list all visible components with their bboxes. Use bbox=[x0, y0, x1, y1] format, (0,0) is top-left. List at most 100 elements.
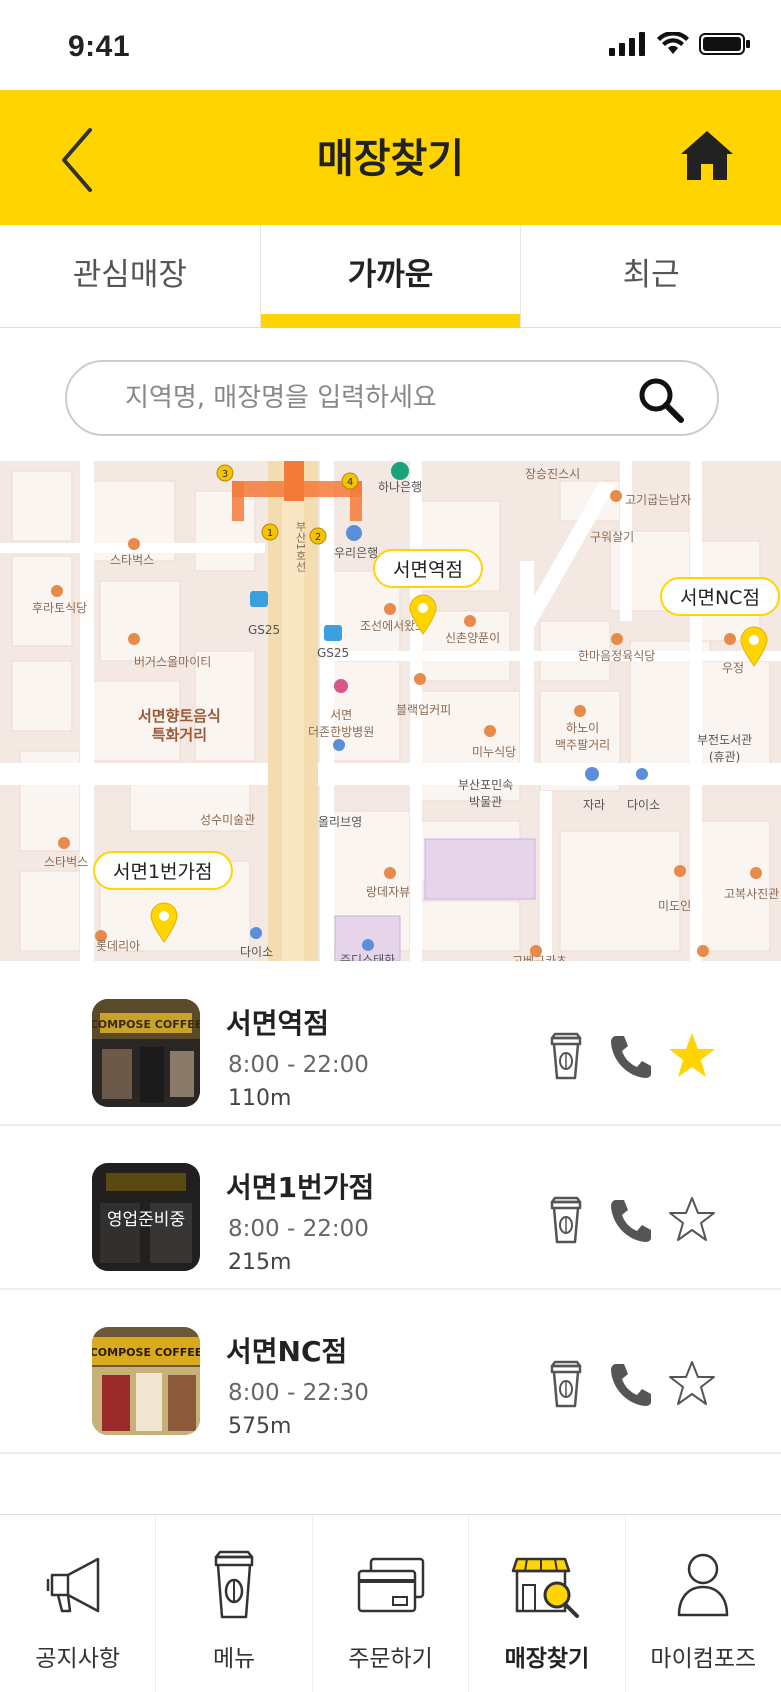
map-poi: 서면향토음식 특화거리 bbox=[138, 707, 221, 744]
map-poi: 스타벅스 bbox=[110, 553, 155, 567]
store-name[interactable]: 서면역점 bbox=[226, 1002, 329, 1042]
store-tabs: 관심매장 가까운 최근 bbox=[0, 225, 781, 328]
signal-icon bbox=[609, 32, 645, 56]
status-icons bbox=[609, 32, 751, 56]
store-name[interactable]: 서면NC점 bbox=[226, 1330, 347, 1370]
store-map[interactable]: 3 4 1 2 장승진스시 하나은행 고기굽는남자 스타벅스 우리은행 구워살기… bbox=[0, 461, 781, 961]
coffee-cup-icon bbox=[550, 1032, 582, 1080]
store-list-item[interactable]: COMPOSE COFFEE 서면NC점 8:00 - 22:30 575m bbox=[0, 1290, 781, 1454]
wifi-icon bbox=[657, 32, 689, 54]
store-hours: 8:00 - 22:30 bbox=[228, 1380, 369, 1406]
store-list-item[interactable]: COMPOSE COFFEE 서면역점 8:00 - 22:00 110m bbox=[0, 962, 781, 1126]
store-name[interactable]: 서면1번가점 bbox=[226, 1166, 374, 1206]
map-poi: 하노이 맥주팔거리 bbox=[555, 721, 611, 752]
favorite-button[interactable] bbox=[668, 1358, 716, 1410]
store-distance: 215m bbox=[228, 1250, 292, 1275]
search-icon bbox=[639, 378, 684, 423]
phone-icon bbox=[611, 1200, 651, 1242]
store-list-item[interactable]: 영업준비중 서면1번가점 8:00 - 22:00 215m bbox=[0, 1126, 781, 1290]
search-button[interactable] bbox=[637, 376, 685, 424]
nav-label: 공지사항 bbox=[35, 1646, 121, 1672]
favorite-button[interactable] bbox=[668, 1030, 716, 1082]
svg-text:4: 4 bbox=[347, 477, 353, 488]
nav-order[interactable]: 주문하기 bbox=[313, 1515, 470, 1692]
tab-nearby[interactable]: 가까운 bbox=[260, 225, 522, 328]
nav-label: 주문하기 bbox=[348, 1646, 433, 1672]
nav-menu[interactable]: 메뉴 bbox=[156, 1515, 313, 1692]
nav-my-compose[interactable]: 마이컴포즈 bbox=[626, 1515, 781, 1692]
favorite-button[interactable] bbox=[668, 1194, 716, 1246]
order-button[interactable] bbox=[542, 1194, 590, 1246]
svg-text:2: 2 bbox=[315, 532, 321, 543]
map-poi: 한마음정육식당 bbox=[578, 649, 656, 663]
nav-label: 메뉴 bbox=[212, 1646, 256, 1672]
map-poi: 부전도서관 (휴관) bbox=[697, 733, 753, 764]
call-button[interactable] bbox=[606, 1358, 654, 1410]
map-poi: 신촌양푼이 bbox=[445, 631, 501, 645]
nav-label: 매장찾기 bbox=[504, 1646, 590, 1672]
map-pin-icon[interactable] bbox=[149, 901, 179, 943]
map-poi: 스타벅스 bbox=[44, 855, 89, 869]
store-photo-image: COMPOSE COFFEE bbox=[92, 999, 200, 1107]
map-poi: 올리브영 bbox=[318, 815, 363, 829]
battery-icon bbox=[699, 33, 750, 55]
map-poi: 롯데리아 bbox=[96, 939, 141, 953]
search-input[interactable] bbox=[123, 376, 647, 420]
map-poi: 후라토식당 bbox=[32, 601, 88, 615]
bottom-nav: 공지사항 메뉴 주문하기 매장찾기 마이컴포즈 bbox=[0, 1514, 781, 1692]
store-distance: 575m bbox=[228, 1414, 292, 1439]
home-icon bbox=[681, 131, 733, 180]
map-poi: 블랙업커피 bbox=[396, 703, 452, 717]
svg-text:1: 1 bbox=[267, 528, 273, 539]
star-outline-icon bbox=[669, 1361, 715, 1405]
map-poi: 자라 bbox=[583, 798, 606, 812]
page-title: 매장찾기 bbox=[316, 136, 465, 182]
status-time: 9:41 bbox=[68, 30, 131, 63]
tab-favorites[interactable]: 관심매장 bbox=[0, 225, 261, 327]
store-hours: 8:00 - 22:00 bbox=[228, 1216, 369, 1242]
tab-recent[interactable]: 최근 bbox=[521, 225, 781, 327]
star-outline-icon bbox=[669, 1197, 715, 1241]
star-filled-icon bbox=[669, 1033, 715, 1077]
map-poi: 다이소 bbox=[627, 798, 661, 812]
map-poi: GS25 bbox=[248, 623, 281, 637]
phone-icon bbox=[611, 1036, 651, 1078]
store-distance: 110m bbox=[228, 1086, 292, 1111]
store-photo[interactable]: 영업준비중 bbox=[92, 1163, 200, 1271]
store-list: COMPOSE COFFEE 서면역점 8:00 - 22:00 110m 영업… bbox=[0, 962, 781, 1454]
map-pin-icon[interactable] bbox=[739, 625, 769, 667]
store-photo[interactable]: COMPOSE COFFEE bbox=[92, 1327, 200, 1435]
map-poi: 고베규카츠 bbox=[512, 954, 568, 961]
status-bar: 9:41 bbox=[0, 0, 781, 90]
megaphone-icon bbox=[46, 1557, 99, 1613]
card-icon bbox=[357, 1557, 424, 1613]
svg-text:COMPOSE COFFEE: COMPOSE COFFEE bbox=[92, 1018, 200, 1031]
map-poi: 랑데자뷰 bbox=[366, 885, 411, 899]
call-button[interactable] bbox=[606, 1030, 654, 1082]
store-photo[interactable]: COMPOSE COFFEE bbox=[92, 999, 200, 1107]
nav-store-finder[interactable]: 매장찾기 bbox=[469, 1515, 626, 1692]
order-button[interactable] bbox=[542, 1358, 590, 1410]
svg-text:COMPOSE COFFEE: COMPOSE COFFEE bbox=[92, 1346, 200, 1359]
store-hours: 8:00 - 22:00 bbox=[228, 1052, 369, 1078]
map-pin-icon[interactable] bbox=[408, 593, 438, 635]
map-pin-label[interactable]: 서면NC점 bbox=[660, 577, 780, 616]
map-pin-label[interactable]: 서면1번가점 bbox=[93, 851, 233, 890]
map-poi: 고복사진관 bbox=[724, 887, 780, 901]
map-poi: 다이소 bbox=[240, 945, 274, 959]
map-poi: 서면 더존한방병원 bbox=[308, 708, 375, 739]
nav-notice[interactable]: 공지사항 bbox=[0, 1515, 157, 1692]
call-button[interactable] bbox=[606, 1194, 654, 1246]
map-poi: 우리은행 bbox=[334, 546, 379, 560]
coffee-cup-icon bbox=[214, 1550, 254, 1619]
app-header: 매장찾기 bbox=[0, 90, 781, 225]
map-pin-label[interactable]: 서면역점 bbox=[373, 549, 483, 588]
store-photo-image: COMPOSE COFFEE bbox=[92, 1327, 200, 1435]
order-button[interactable] bbox=[542, 1030, 590, 1082]
coffee-cup-icon bbox=[550, 1196, 582, 1244]
phone-icon bbox=[611, 1364, 651, 1406]
home-button[interactable] bbox=[677, 126, 737, 186]
coffee-cup-icon bbox=[550, 1360, 582, 1408]
map-poi: GS25 bbox=[317, 646, 350, 660]
map-poi: 쥬디스태화 bbox=[340, 953, 396, 961]
